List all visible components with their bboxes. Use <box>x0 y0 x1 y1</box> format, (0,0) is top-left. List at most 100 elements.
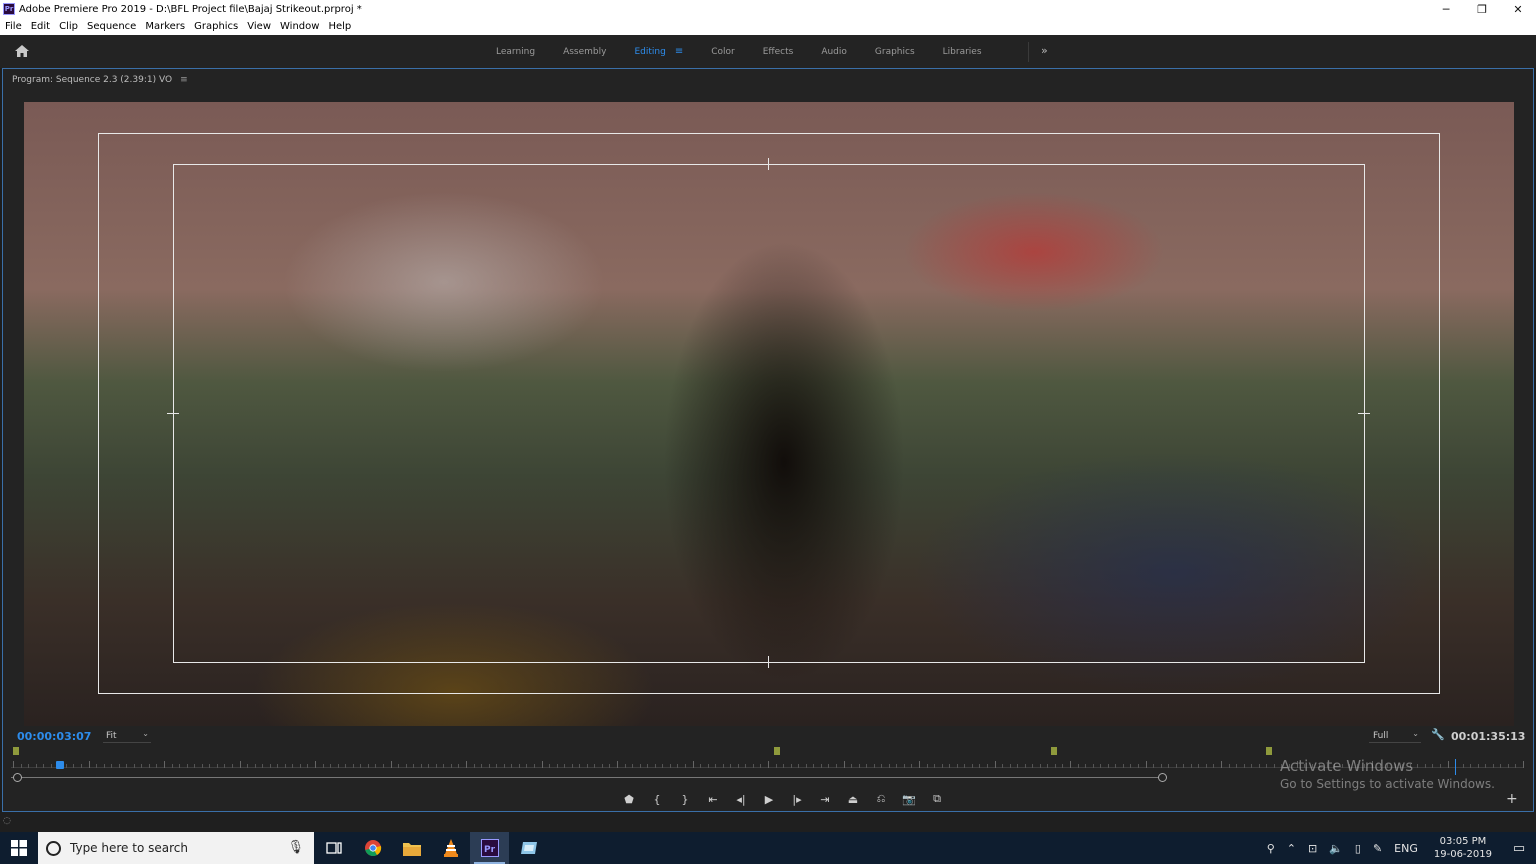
ruler-tick <box>1002 764 1004 768</box>
task-view-button[interactable] <box>314 832 353 864</box>
microphone-icon[interactable]: 🎙 <box>287 840 304 855</box>
chevron-down-icon: ⌄ <box>142 729 149 738</box>
ruler-tick <box>851 764 853 768</box>
ruler-tick <box>1039 764 1041 768</box>
timeline-marker[interactable] <box>1051 747 1057 755</box>
ruler-tick <box>239 761 241 768</box>
restore-button[interactable]: ❐ <box>1464 0 1500 18</box>
taskbar-search[interactable]: Type here to search 🎙 <box>38 832 314 864</box>
ruler-tick <box>1251 764 1253 768</box>
workspace-menu-icon[interactable]: ≡ <box>675 46 683 57</box>
ruler-tick <box>624 764 626 768</box>
zoom-handle-left[interactable] <box>13 773 22 782</box>
panel-menu-icon[interactable]: ≡ <box>180 75 188 85</box>
menu-markers[interactable]: Markers <box>145 21 185 32</box>
show-hidden-icons-chevron-up-icon[interactable]: ⌃ <box>1281 842 1302 855</box>
ruler-tick <box>760 764 762 768</box>
more-workspaces-icon[interactable]: » <box>1041 44 1048 57</box>
menu-view[interactable]: View <box>247 21 271 32</box>
start-button[interactable] <box>0 832 38 864</box>
zoom-select[interactable]: Fit ⌄ <box>103 729 151 743</box>
menu-window[interactable]: Window <box>280 21 319 32</box>
panel-title[interactable]: Program: Sequence 2.3 (2.39:1) VO <box>12 75 172 85</box>
tab-audio[interactable]: Audio <box>807 47 861 57</box>
button-editor-add-icon[interactable]: + <box>1506 791 1518 807</box>
tab-assembly[interactable]: Assembly <box>549 47 620 57</box>
mark-in-button[interactable]: { <box>643 793 671 806</box>
tab-effects[interactable]: Effects <box>749 47 808 57</box>
taskbar-vlc[interactable] <box>431 832 470 864</box>
network-icon[interactable]: ⊡ <box>1302 842 1323 855</box>
extract-button[interactable]: ⎌ <box>867 792 895 806</box>
workspace-tabs: Learning Assembly Editing ≡ Color Effect… <box>482 35 996 68</box>
play-button[interactable]: ▶ <box>755 793 783 806</box>
minimize-button[interactable]: ─ <box>1428 0 1464 18</box>
timeline-marker[interactable] <box>1266 747 1272 755</box>
menu-file[interactable]: File <box>5 21 22 32</box>
export-frame-camera-icon[interactable]: 📷 <box>895 793 923 806</box>
zoom-scrollbar[interactable] <box>11 777 1161 778</box>
ruler-tick <box>790 764 792 768</box>
ruler-tick <box>700 764 702 768</box>
timeline-marker[interactable] <box>774 747 780 755</box>
tab-graphics[interactable]: Graphics <box>861 47 929 57</box>
taskbar-file-explorer[interactable] <box>392 832 431 864</box>
ruler-tick <box>1009 764 1011 768</box>
ruler-tick <box>533 764 535 768</box>
ruler-tick <box>888 764 890 768</box>
menu-help[interactable]: Help <box>328 21 351 32</box>
language-indicator[interactable]: ENG <box>1388 842 1424 855</box>
ruler-tick <box>473 764 475 768</box>
resolution-select[interactable]: Full ⌄ <box>1369 729 1421 743</box>
go-to-in-button[interactable]: ⇤ <box>699 793 727 806</box>
tab-learning[interactable]: Learning <box>482 47 549 57</box>
ruler-tick <box>1523 761 1524 768</box>
ruler-tick <box>315 761 316 768</box>
ruler-tick <box>526 764 528 768</box>
current-timecode[interactable]: 00:00:03:07 <box>17 730 91 743</box>
timeline-marker[interactable] <box>13 747 19 755</box>
zoom-handle-right[interactable] <box>1158 773 1167 782</box>
window-title: Adobe Premiere Pro 2019 - D:\BFL Project… <box>19 3 362 15</box>
workspaces-bar: Learning Assembly Editing ≡ Color Effect… <box>0 35 1536 68</box>
taskbar-chrome[interactable] <box>353 832 392 864</box>
playhead[interactable] <box>56 761 64 769</box>
menu-edit[interactable]: Edit <box>31 21 50 32</box>
menu-sequence[interactable]: Sequence <box>87 21 136 32</box>
ruler-tick <box>1032 764 1034 768</box>
volume-icon[interactable]: 🔈 <box>1323 842 1349 855</box>
video-frame[interactable] <box>24 102 1514 726</box>
step-forward-button[interactable]: |▸ <box>783 793 811 806</box>
ruler-tick <box>692 761 694 768</box>
ruler-tick <box>1085 764 1087 768</box>
lift-button[interactable]: ⏏ <box>839 793 867 806</box>
mark-out-button[interactable]: } <box>671 793 699 806</box>
home-icon[interactable] <box>14 43 30 59</box>
step-back-button[interactable]: ◂| <box>727 793 755 806</box>
ruler-tick <box>148 764 150 768</box>
ruler-tick <box>835 764 837 768</box>
battery-icon[interactable]: ▯ <box>1349 842 1367 855</box>
action-center-icon[interactable]: ▭ <box>1502 841 1536 856</box>
pen-icon[interactable]: ✎ <box>1367 842 1388 855</box>
add-marker-button[interactable]: ⬟ <box>615 793 643 806</box>
comparison-view-button[interactable]: ⧉ <box>923 792 951 806</box>
menu-clip[interactable]: Clip <box>59 21 78 32</box>
ruler-tick <box>1100 764 1102 768</box>
go-to-out-button[interactable]: ⇥ <box>811 793 839 806</box>
taskbar-other-app[interactable] <box>509 832 548 864</box>
ruler-tick <box>707 764 709 768</box>
tab-color[interactable]: Color <box>697 47 749 57</box>
ruler-tick <box>858 764 860 768</box>
people-icon[interactable]: ⚲ <box>1261 842 1281 855</box>
premiere-app-icon: Pr <box>3 3 15 15</box>
menu-graphics[interactable]: Graphics <box>194 21 238 32</box>
ruler-tick <box>564 764 566 768</box>
tab-libraries[interactable]: Libraries <box>929 47 996 57</box>
close-button[interactable]: ✕ <box>1500 0 1536 18</box>
tab-editing[interactable]: Editing ≡ <box>620 46 697 57</box>
settings-wrench-icon[interactable]: 🔧 <box>1431 728 1445 741</box>
taskbar-premiere-pro[interactable]: Pr <box>470 832 509 864</box>
taskbar-clock[interactable]: 03:05 PM 19-06-2019 <box>1424 835 1502 861</box>
ruler-tick <box>382 764 384 768</box>
